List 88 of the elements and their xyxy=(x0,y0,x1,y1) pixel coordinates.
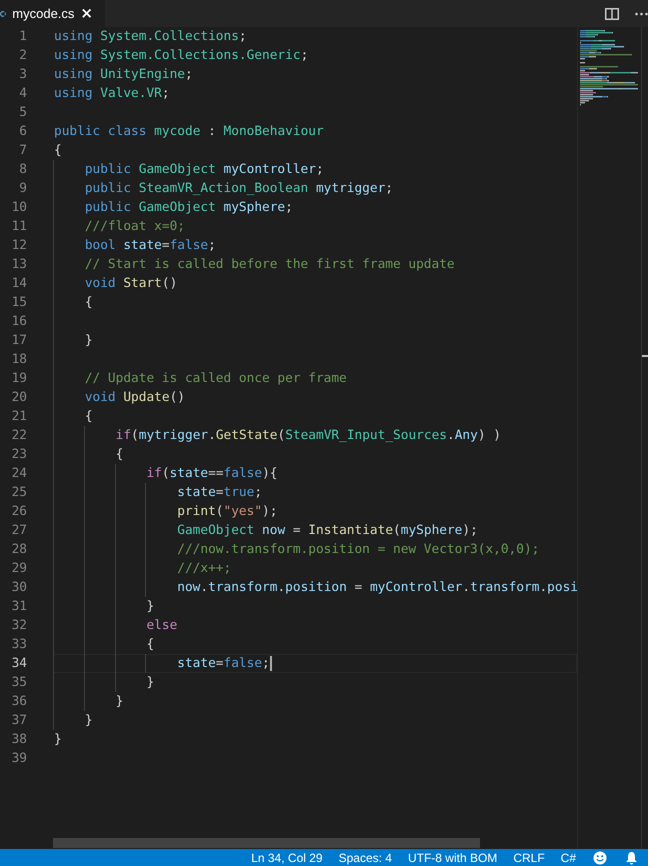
code-line: bool state=false; xyxy=(53,236,577,255)
status-bar-item[interactable]: Spaces: 4 xyxy=(330,850,400,864)
code-line: using System.Collections.Generic; xyxy=(53,47,310,65)
line-number: 38 xyxy=(10,731,27,749)
line-number: 37 xyxy=(10,712,27,730)
line-number: 18 xyxy=(10,351,27,369)
line-number: 30 xyxy=(10,579,27,597)
line-number: 19 xyxy=(10,370,27,388)
code-line: print("yes"); xyxy=(53,502,577,521)
line-number: 13 xyxy=(10,256,27,274)
line-number: 2 xyxy=(18,47,27,65)
code-line: if(mytrigger.GetState(SteamVR_Input_Sources.Any) ) xyxy=(53,426,577,445)
code-line: } xyxy=(53,731,63,749)
line-number: 29 xyxy=(10,560,27,578)
line-number: 5 xyxy=(18,104,27,122)
code-line: { xyxy=(53,142,63,160)
code-line: { xyxy=(53,445,577,464)
line-number: 17 xyxy=(10,332,27,350)
line-number: 23 xyxy=(10,446,27,464)
code-line: using Valve.VR; xyxy=(53,85,171,103)
code-line: else xyxy=(53,616,577,635)
line-number: 26 xyxy=(10,503,27,521)
status-bar-item[interactable]: CRLF xyxy=(505,850,553,864)
code-line: } xyxy=(53,673,577,692)
code-line: if(state==false){ xyxy=(53,464,577,483)
line-number: 8 xyxy=(18,161,27,179)
line-number: 1 xyxy=(18,28,27,46)
line-number: 39 xyxy=(10,750,27,768)
code-line: using System.Collections; xyxy=(53,28,248,46)
line-number: 16 xyxy=(10,313,27,331)
code-line: now.transform.position = myController.transform.posi xyxy=(53,578,577,597)
code-line: public GameObject myController; xyxy=(53,160,577,179)
line-number: 9 xyxy=(18,180,27,198)
line-number: 24 xyxy=(10,465,27,483)
line-number: 21 xyxy=(10,408,27,426)
line-number: 6 xyxy=(18,123,27,141)
status-bar-item[interactable]: UTF-8 with BOM xyxy=(400,850,506,864)
more-actions-icon[interactable] xyxy=(635,12,648,16)
code-line: public class mycode : MonoBehaviour xyxy=(53,123,325,141)
code-line: void Update() xyxy=(53,388,577,407)
horizontal-scrollbar[interactable] xyxy=(53,838,480,848)
line-number: 32 xyxy=(10,617,27,635)
code-line: public SteamVR_Action_Boolean mytrigger; xyxy=(53,179,577,198)
scrollbar-cursor-marker xyxy=(642,355,648,357)
code-line: using UnityEngine; xyxy=(53,66,194,84)
line-number: 22 xyxy=(10,427,27,445)
line-number: 10 xyxy=(10,199,27,217)
code-line: { xyxy=(53,407,577,426)
split-editor-icon[interactable] xyxy=(605,8,619,20)
code-line: GameObject now = Instantiate(mySphere); xyxy=(53,521,577,540)
line-number: 31 xyxy=(10,598,27,616)
smiley-icon[interactable] xyxy=(593,850,607,864)
code-line: { xyxy=(53,293,577,312)
line-number: 11 xyxy=(10,218,27,236)
status-bar-item[interactable]: C# xyxy=(552,850,584,864)
line-number: 34 xyxy=(10,655,27,673)
code-line: void Start() xyxy=(53,274,577,293)
line-number: 20 xyxy=(10,389,27,407)
line-number: 35 xyxy=(10,674,27,692)
code-line: // Update is called once per frame xyxy=(53,369,577,388)
line-number: 14 xyxy=(10,275,27,293)
code-line: ///float x=0; xyxy=(53,217,577,236)
line-number: 28 xyxy=(10,541,27,559)
line-number: 4 xyxy=(18,85,27,103)
line-number: 7 xyxy=(18,142,27,160)
line-number: 15 xyxy=(10,294,27,312)
status-bar-item[interactable]: Ln 34, Col 29 xyxy=(243,850,331,864)
close-tab-button[interactable]: × xyxy=(80,6,93,21)
line-number: 12 xyxy=(10,237,27,255)
code-line: public GameObject mySphere; xyxy=(53,198,577,217)
code-line: ///x++; xyxy=(53,559,577,578)
file-tab[interactable]: mycode.cs × xyxy=(0,0,105,27)
bell-icon[interactable] xyxy=(625,850,638,864)
code-line: { xyxy=(53,635,577,654)
code-line: } xyxy=(53,331,577,350)
code-line: } xyxy=(53,711,577,730)
line-number: 33 xyxy=(10,636,27,654)
code-line: // Start is called before the first frame update xyxy=(53,255,577,274)
code-line: ///now.transform.position = new Vector3(x,0,0); xyxy=(53,540,577,559)
line-number: 3 xyxy=(18,66,27,84)
tab-title: mycode.cs xyxy=(12,6,74,21)
line-number: 27 xyxy=(10,522,27,540)
line-number: 25 xyxy=(10,484,27,502)
line-number: 36 xyxy=(10,693,27,711)
text-cursor xyxy=(270,656,272,671)
code-line: } xyxy=(53,692,577,711)
code-line: state=true; xyxy=(53,483,577,502)
code-line: } xyxy=(53,597,577,616)
